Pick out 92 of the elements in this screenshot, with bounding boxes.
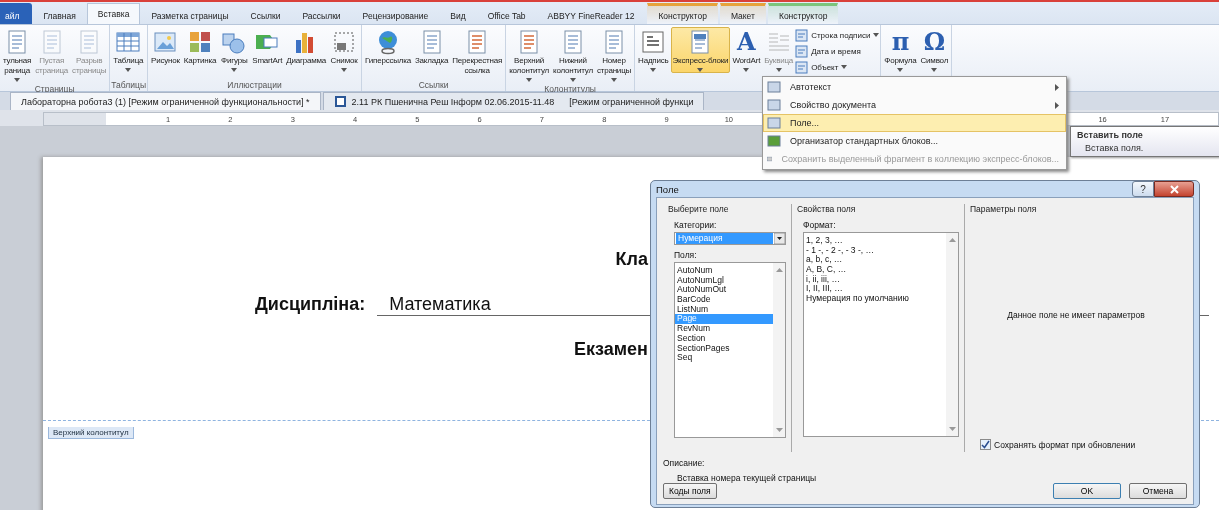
ribbon-tab[interactable]: Рассылки bbox=[291, 3, 352, 24]
ribbon-button[interactable]: Номер страницы bbox=[594, 27, 634, 83]
list-item[interactable]: - 1 -, - 2 -, - 3 -, … bbox=[804, 245, 946, 256]
ribbon-button[interactable]: Дата и время bbox=[795, 44, 880, 58]
ribbon-tab[interactable]: Вид bbox=[439, 3, 477, 24]
document-text: Кла bbox=[615, 249, 648, 270]
ribbon-button[interactable]: Верхний колонтитул bbox=[507, 27, 551, 83]
ribbon-tab[interactable]: Вставка bbox=[86, 3, 141, 24]
dialog-button[interactable]: Отмена bbox=[1129, 483, 1187, 499]
list-item[interactable]: SectionPages bbox=[675, 343, 773, 354]
formula-icon: π bbox=[891, 28, 910, 56]
dropdown-arrow-icon bbox=[774, 233, 785, 244]
dialog-title: Поле bbox=[656, 183, 679, 195]
ribbon-tab[interactable]: ABBYY FineReader 12 bbox=[536, 3, 646, 24]
list-item[interactable]: a, b, c, … bbox=[804, 255, 946, 266]
dialog-button[interactable]: OK bbox=[1053, 483, 1121, 499]
menu-item[interactable]: Поле... bbox=[763, 114, 1066, 132]
ribbon-button[interactable]: Картинка bbox=[181, 27, 219, 67]
menu-item[interactable]: Автотекст bbox=[763, 78, 1066, 96]
ribbon-tab[interactable]: Рецензирование bbox=[351, 3, 440, 24]
ribbon-button[interactable]: Таблица bbox=[111, 27, 146, 73]
checkbox[interactable] bbox=[980, 439, 991, 450]
organizer-icon bbox=[767, 134, 781, 148]
list-item[interactable]: I, II, III, … bbox=[804, 284, 946, 295]
section-title: Выберите поле bbox=[668, 204, 730, 216]
description-text: Вставка номера текущей страницы bbox=[676, 472, 818, 483]
list-item[interactable]: AutoNumOut bbox=[675, 285, 773, 296]
list-item[interactable]: Section bbox=[675, 333, 773, 344]
ribbon-button[interactable]: Ω Символ bbox=[918, 27, 951, 73]
ribbon-button[interactable]: тульная раница bbox=[1, 27, 34, 83]
symbol-icon: Ω bbox=[923, 28, 945, 56]
group-label: Таблицы bbox=[111, 79, 146, 91]
dialog-button[interactable]: Коды поля bbox=[663, 483, 717, 499]
ribbon-button[interactable]: Надпись bbox=[636, 27, 671, 73]
list-item[interactable]: i, ii, iii, … bbox=[804, 274, 946, 285]
tooltip-title: Вставить поле bbox=[1077, 130, 1144, 140]
ribbon-button[interactable]: Закладка bbox=[413, 27, 451, 67]
field-label: Категории: bbox=[673, 220, 718, 230]
checkbox-label: Сохранять формат при обновлении bbox=[994, 439, 1136, 450]
list-item[interactable]: AutoNumLgl bbox=[675, 275, 773, 286]
ribbon-button[interactable]: Экспресс-блоки bbox=[670, 27, 731, 73]
ribbon-button[interactable]: SmartArt bbox=[250, 27, 285, 67]
list-item[interactable]: BarCode bbox=[675, 295, 773, 305]
scroll-up-icon[interactable] bbox=[948, 238, 956, 242]
ribbon-button[interactable]: Фигуры bbox=[218, 27, 251, 73]
ribbon-tab[interactable]: айл bbox=[0, 3, 33, 24]
group-label: Страницы bbox=[33, 83, 76, 95]
ribbon-tab[interactable]: Разметка страницы bbox=[140, 3, 240, 24]
field-label: Поля: bbox=[673, 250, 698, 260]
ribbon-button[interactable]: Рисунок bbox=[149, 27, 182, 67]
menu-item[interactable]: Организатор стандартных блоков... bbox=[763, 132, 1066, 150]
word-document-icon bbox=[333, 95, 347, 108]
close-icon bbox=[1169, 184, 1179, 194]
ribbon-button[interactable]: Строка подписи bbox=[795, 28, 880, 42]
document-tab[interactable]: Лабораторна робота3 (1) [Режим ограниченной функциональности] * bbox=[10, 92, 321, 110]
document-tab[interactable]: 2.11 РК Пшенична Реш Інформ 02.06.2015-11.48 [Режим ограниченной функци bbox=[322, 92, 705, 110]
description-label: Описание: bbox=[663, 458, 706, 468]
ribbon-button[interactable]: Гиперссылка bbox=[363, 27, 413, 67]
ribbon-tab[interactable]: Ссылки bbox=[239, 3, 292, 24]
tooltip-text: Вставка поля. bbox=[1084, 142, 1145, 153]
field-label: Формат: bbox=[802, 220, 837, 230]
group-label: Ссылки bbox=[417, 79, 450, 91]
ribbon-tab[interactable]: Главная bbox=[32, 3, 87, 24]
close-button[interactable] bbox=[1154, 181, 1194, 197]
ribbon-button[interactable]: Объект bbox=[795, 60, 880, 74]
group-label: Колонтитулы bbox=[543, 83, 597, 95]
list-item[interactable]: RevNum bbox=[675, 324, 773, 334]
ribbon-button[interactable]: A WordArt bbox=[730, 27, 763, 73]
header-tag: Верхний колонтитул bbox=[48, 427, 134, 439]
ribbon-button[interactable]: Нижний колонтитул bbox=[551, 27, 595, 83]
ribbon-button[interactable]: π Формула bbox=[882, 27, 919, 73]
wordart-icon: A bbox=[737, 28, 756, 56]
scroll-up-icon[interactable] bbox=[775, 268, 783, 272]
section-title: Свойства поля bbox=[797, 204, 857, 216]
ribbon-button[interactable]: Диаграмма bbox=[284, 27, 329, 67]
section-title: Параметры поля bbox=[970, 204, 1038, 216]
list-item[interactable]: Seq bbox=[675, 353, 773, 363]
group-label: Иллюстрации bbox=[226, 79, 283, 91]
list-item[interactable]: A, B, C, … bbox=[804, 265, 946, 275]
scroll-down-icon[interactable] bbox=[775, 428, 783, 432]
list-item[interactable]: ListNum bbox=[675, 304, 773, 315]
document-text: Екзамен bbox=[574, 339, 648, 360]
document-text: Дисципліна: bbox=[255, 294, 366, 315]
ribbon-tab[interactable]: Office Tab bbox=[476, 3, 537, 24]
menu-item[interactable]: Свойство документа bbox=[763, 96, 1066, 114]
ribbon-button[interactable]: Перекрестная ссылка bbox=[450, 27, 505, 77]
scroll-down-icon[interactable] bbox=[948, 427, 956, 431]
ribbon-button[interactable]: Снимок bbox=[328, 27, 361, 73]
list-item[interactable]: Нумерация по умолчанию bbox=[804, 294, 946, 304]
help-button[interactable]: ? bbox=[1132, 181, 1154, 197]
list-item[interactable]: AutoNum bbox=[675, 266, 773, 276]
list-item[interactable]: 1, 2, 3, … bbox=[804, 236, 946, 246]
